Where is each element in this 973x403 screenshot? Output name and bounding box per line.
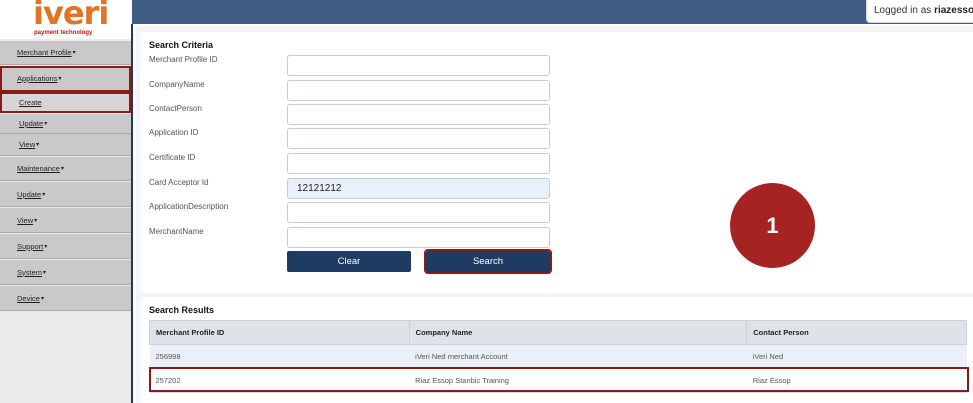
company-name-input[interactable] xyxy=(287,80,550,101)
sidebar-item-label: View xyxy=(17,215,34,225)
merchant-name-input[interactable] xyxy=(287,227,550,248)
field-label-merchant-profile-id: Merchant Profile ID xyxy=(149,55,218,64)
sidebar-item-update[interactable]: Update ▾ xyxy=(0,182,131,207)
results-table: Merchant Profile ID Company Name Contact… xyxy=(149,320,967,393)
logged-in-prefix: Logged in as xyxy=(874,5,932,16)
cell-merchant-profile-id: 257202 xyxy=(149,368,410,393)
sidebar-item-label: Device xyxy=(17,293,40,303)
contact-person-input[interactable] xyxy=(287,104,550,125)
chevron-down-icon: ▾ xyxy=(43,269,47,276)
table-row[interactable]: 256998 iVeri Ned merchant Account iVeri … xyxy=(149,344,967,369)
cell-contact-person: Riaz Essop xyxy=(746,368,967,393)
sidebar-item-label: Maintenance xyxy=(17,164,60,173)
search-criteria-title: Search Criteria xyxy=(149,40,214,50)
sidebar-item-create[interactable]: Create xyxy=(0,92,131,113)
field-label-card-acceptor-id: Card Acceptor Id xyxy=(149,178,209,187)
results-header-row: Merchant Profile ID Company Name Contact… xyxy=(149,320,967,345)
cell-company-name: iVeri Ned merchant Account xyxy=(409,344,747,369)
sidebar-divider xyxy=(131,24,133,403)
sidebar-item-label: System xyxy=(17,267,43,277)
cell-company-name: Riaz Essop Stanbic Training xyxy=(409,368,747,393)
sidebar-item-applications[interactable]: Applications ▾ xyxy=(0,66,131,92)
field-label-contact-person: ContactPerson xyxy=(149,104,202,113)
chevron-down-icon: ▾ xyxy=(34,217,38,224)
sidebar-item-support[interactable]: Support ▾ xyxy=(0,234,131,259)
sidebar-item-label: Merchant Profile xyxy=(17,48,72,57)
chevron-down-icon: ▾ xyxy=(58,76,62,82)
search-results-title: Search Results xyxy=(149,305,215,315)
clear-button[interactable]: Clear xyxy=(287,251,411,272)
card-acceptor-id-input[interactable]: 12121212 xyxy=(287,178,550,199)
logo: iveri payment technology xyxy=(0,0,130,39)
logo-tagline: payment technology xyxy=(34,30,93,36)
certificate-id-input[interactable] xyxy=(287,153,550,174)
sidebar-item-merchant-profile[interactable]: Merchant Profile ▾ xyxy=(0,41,131,65)
chevron-down-icon: ▾ xyxy=(40,295,44,302)
column-header-merchant-profile-id[interactable]: Merchant Profile ID xyxy=(149,320,410,345)
sidebar-item-update-application[interactable]: Update ▾ xyxy=(0,114,131,134)
field-label-certificate-id: Certificate ID xyxy=(149,153,196,162)
chevron-down-icon: ▾ xyxy=(44,243,48,250)
cell-contact-person: iVeri Ned xyxy=(746,344,967,369)
merchant-profile-id-input[interactable] xyxy=(287,55,550,76)
application-id-input[interactable] xyxy=(287,128,550,149)
sidebar-item-maintenance[interactable]: Maintenance ▾ xyxy=(0,157,131,181)
field-label-company-name: CompanyName xyxy=(149,80,205,89)
sidebar-item-label: Update xyxy=(19,119,44,128)
field-label-application-id: Application ID xyxy=(149,128,199,137)
application-description-input[interactable] xyxy=(287,202,550,223)
table-row[interactable]: 257202 Riaz Essop Stanbic Training Riaz … xyxy=(149,368,967,393)
sidebar-item-view[interactable]: View ▾ xyxy=(0,208,131,233)
sidebar-item-label: Update xyxy=(17,189,42,199)
chevron-down-icon: ▾ xyxy=(36,142,40,148)
sidebar-item-device[interactable]: Device ▾ xyxy=(0,286,131,311)
field-label-merchant-name: MerchantName xyxy=(149,227,204,236)
logged-in-username[interactable]: riazessop xyxy=(934,5,973,16)
sidebar-item-label: Create xyxy=(19,97,42,107)
chevron-down-icon: ▾ xyxy=(60,166,64,172)
chevron-down-icon: ▾ xyxy=(72,50,76,56)
cell-merchant-profile-id: 256998 xyxy=(149,344,410,369)
chevron-down-icon: ▾ xyxy=(42,191,46,198)
search-button[interactable]: Search xyxy=(424,249,552,274)
column-header-contact-person[interactable]: Contact Person xyxy=(746,320,967,345)
chevron-down-icon: ▾ xyxy=(44,121,48,127)
sidebar-item-label: Applications xyxy=(17,74,58,83)
search-criteria-panel xyxy=(140,32,973,293)
step-number-badge: 1 xyxy=(730,183,815,268)
field-label-application-description: ApplicationDescription xyxy=(149,202,229,211)
logged-in-indicator: Logged in as riazessop xyxy=(866,0,973,23)
logo-text: iveri xyxy=(33,0,109,32)
column-header-company-name[interactable]: Company Name xyxy=(408,320,748,345)
sidebar-item-view-application[interactable]: View ▾ xyxy=(0,134,131,156)
sidebar-item-label: View xyxy=(19,140,36,149)
sidebar-item-system[interactable]: System ▾ xyxy=(0,260,131,285)
top-bar xyxy=(132,0,973,24)
sidebar-item-label: Support xyxy=(17,241,44,251)
